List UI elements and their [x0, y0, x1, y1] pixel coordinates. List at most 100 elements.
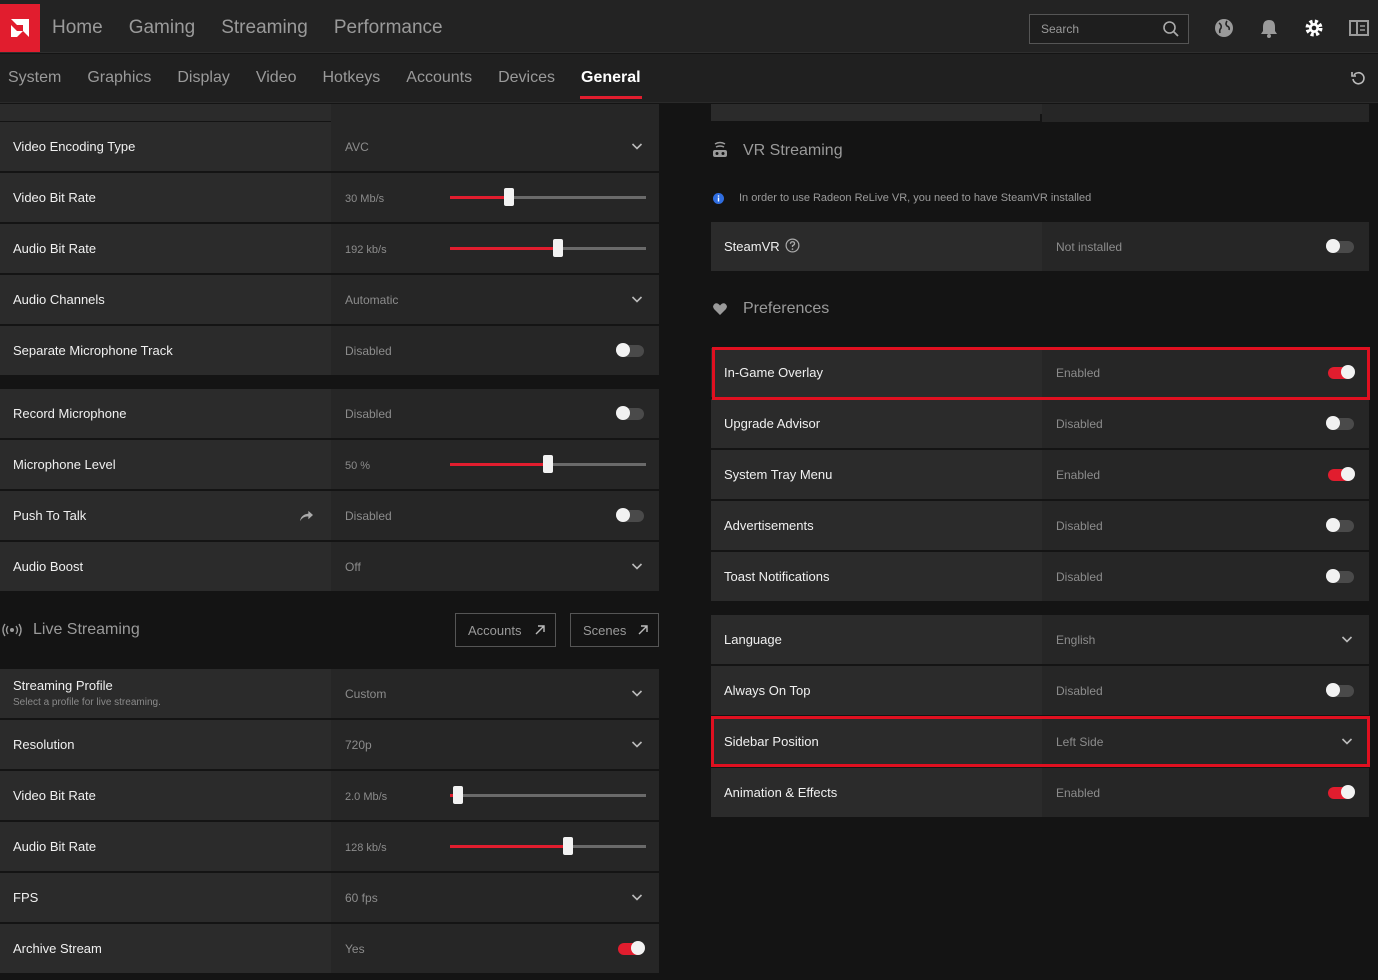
gear-icon[interactable]	[1303, 17, 1325, 39]
chevron-down-icon[interactable]	[631, 891, 643, 903]
chevron-down-icon[interactable]	[631, 687, 643, 699]
toggle-switch[interactable]	[1326, 569, 1354, 583]
setting-label: Record Microphone	[0, 389, 329, 438]
toggle-switch[interactable]	[616, 406, 644, 420]
setting-value-slider[interactable]: 128 kb/s	[331, 822, 659, 871]
setting-value-slider[interactable]: 30 Mb/s	[331, 173, 659, 222]
main-nav: Home Gaming Streaming Performance	[52, 17, 443, 39]
setting-value-text: 60 fps	[345, 891, 378, 905]
setting-value-toggle[interactable]: Disabled	[331, 491, 659, 540]
setting-value-dropdown[interactable]: Custom	[331, 669, 659, 718]
toggle-switch[interactable]	[616, 343, 644, 357]
setting-value-toggle[interactable]: Disabled	[331, 326, 659, 375]
toggle-switch[interactable]	[1328, 467, 1355, 481]
setting-value-toggle[interactable]: Enabled	[1042, 768, 1369, 817]
setting-value-dropdown[interactable]: Automatic	[331, 275, 659, 324]
nav-home[interactable]: Home	[52, 17, 103, 39]
setting-row-toast-notifications: Toast Notifications Disabled	[711, 552, 1369, 601]
slider-handle[interactable]	[552, 239, 563, 257]
toggle-switch[interactable]	[1328, 785, 1355, 799]
tab-system[interactable]: System	[8, 69, 61, 87]
toggle-switch[interactable]	[1326, 683, 1354, 697]
setting-label: Resolution	[0, 720, 329, 769]
setting-value-text: Disabled	[345, 407, 392, 421]
sidebar-layout-icon[interactable]	[1348, 17, 1370, 39]
setting-label: FPS	[0, 873, 329, 922]
setting-value-dropdown[interactable]: 720p	[331, 720, 659, 769]
search-icon[interactable]	[1162, 20, 1180, 38]
setting-label-text: Animation & Effects	[724, 785, 838, 800]
setting-label-text: Audio Channels	[13, 292, 105, 307]
slider-track[interactable]	[450, 786, 646, 804]
setting-label: SteamVR	[711, 222, 1040, 271]
tab-accounts[interactable]: Accounts	[406, 69, 472, 87]
setting-value-slider[interactable]: 2.0 Mb/s	[331, 771, 659, 820]
setting-value-slider[interactable]: 192 kb/s	[331, 224, 659, 273]
chevron-down-icon[interactable]	[631, 293, 643, 305]
scenes-button-label: Scenes	[583, 623, 627, 638]
setting-row-always-on-top: Always On Top Disabled	[711, 666, 1369, 715]
chevron-down-icon[interactable]	[1341, 633, 1353, 645]
setting-value-dropdown[interactable]: AVC	[331, 122, 659, 171]
setting-value-toggle[interactable]: Enabled	[1042, 450, 1369, 499]
tab-devices[interactable]: Devices	[498, 69, 555, 87]
slider-track[interactable]	[450, 455, 646, 473]
amd-logo-icon[interactable]	[0, 4, 40, 52]
share-arrow-icon[interactable]	[299, 509, 314, 522]
setting-label: Audio Channels	[0, 275, 329, 324]
slider-handle[interactable]	[562, 837, 573, 855]
setting-value-text: Disabled	[1056, 570, 1103, 584]
setting-row-audio-bit-rate: Audio Bit Rate 192 kb/s	[0, 224, 659, 273]
toggle-switch[interactable]	[618, 941, 645, 955]
tab-general[interactable]: General	[580, 69, 642, 99]
chevron-down-icon[interactable]	[631, 738, 643, 750]
tab-display[interactable]: Display	[177, 69, 229, 87]
reset-icon[interactable]	[1350, 70, 1366, 86]
slider-track[interactable]	[450, 837, 646, 855]
slider-handle[interactable]	[452, 786, 463, 804]
setting-value-toggle[interactable]: Disabled	[1042, 666, 1369, 715]
setting-value-toggle[interactable]: Yes	[331, 924, 659, 973]
setting-row-advertisements: Advertisements Disabled	[711, 501, 1369, 550]
setting-value-text: 30 Mb/s	[345, 193, 385, 205]
tab-video[interactable]: Video	[256, 69, 297, 87]
setting-value-toggle[interactable]: Disabled	[331, 389, 659, 438]
setting-row-separate-microphone-track: Separate Microphone Track Disabled	[0, 326, 659, 375]
setting-row-steamvr: SteamVR Not installed	[711, 222, 1369, 271]
scenes-button[interactable]: Scenes	[570, 613, 659, 647]
setting-label-text: Audio Bit Rate	[13, 839, 97, 854]
setting-value-toggle[interactable]: Disabled	[1042, 399, 1369, 448]
setting-value-dropdown[interactable]: Off	[331, 542, 659, 591]
chevron-down-icon[interactable]	[631, 560, 643, 572]
setting-value-dropdown[interactable]: 60 fps	[331, 873, 659, 922]
toggle-switch[interactable]	[616, 508, 644, 522]
setting-value-slider[interactable]: 50 %	[331, 440, 659, 489]
setting-value-toggle[interactable]: Disabled	[1042, 552, 1369, 601]
setting-value-text: 720p	[345, 738, 372, 752]
nav-performance[interactable]: Performance	[334, 17, 443, 39]
setting-label-text: Resolution	[13, 737, 75, 752]
slider-handle[interactable]	[543, 455, 553, 473]
bell-icon[interactable]	[1258, 17, 1280, 39]
toggle-switch[interactable]	[1326, 239, 1354, 253]
tab-graphics[interactable]: Graphics	[87, 69, 151, 87]
globe-icon[interactable]	[1213, 17, 1235, 39]
slider-track[interactable]	[450, 239, 646, 257]
search-input[interactable]: Search	[1029, 14, 1189, 44]
slider-handle[interactable]	[503, 188, 514, 206]
setting-label-text: Audio Bit Rate	[13, 241, 97, 256]
toggle-switch[interactable]	[1326, 416, 1354, 430]
accounts-button[interactable]: Accounts	[455, 613, 556, 647]
setting-value-dropdown[interactable]: English	[1042, 615, 1369, 664]
setting-value-toggle[interactable]: Disabled	[1042, 501, 1369, 550]
help-icon[interactable]	[785, 238, 800, 253]
setting-value-toggle[interactable]: Not installed	[1042, 222, 1369, 271]
nav-streaming[interactable]: Streaming	[221, 17, 308, 39]
slider-fill	[450, 196, 509, 199]
tab-hotkeys[interactable]: Hotkeys	[322, 69, 380, 87]
toggle-switch[interactable]	[1326, 518, 1354, 532]
nav-gaming[interactable]: Gaming	[129, 17, 196, 39]
setting-value-text: 192 kb/s	[345, 244, 387, 256]
chevron-down-icon[interactable]	[631, 140, 643, 152]
slider-track[interactable]	[450, 188, 646, 206]
